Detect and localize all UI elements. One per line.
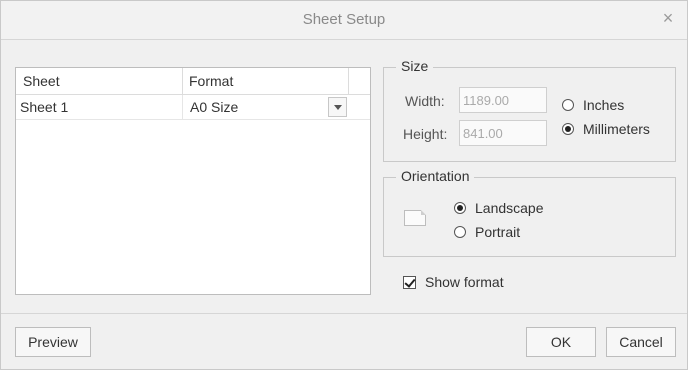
- height-field[interactable]: [459, 120, 547, 146]
- dialog-title: Sheet Setup: [302, 11, 386, 28]
- width-label: Width:: [405, 93, 445, 109]
- inches-option[interactable]: Inches: [562, 97, 624, 113]
- width-field[interactable]: [459, 87, 547, 113]
- sheet-name-cell[interactable]: Sheet 1: [20, 99, 68, 115]
- height-label: Height:: [403, 126, 448, 142]
- format-dropdown-button[interactable]: [328, 97, 347, 117]
- landscape-radio[interactable]: [454, 202, 466, 214]
- landscape-page-icon: [404, 210, 426, 226]
- table-header: Sheet Format: [16, 68, 370, 95]
- title-bar: Sheet Setup ×: [1, 1, 687, 40]
- orientation-group: Orientation Landscape Portrait: [383, 168, 676, 257]
- footer-divider: [1, 313, 687, 314]
- column-divider: [348, 68, 349, 94]
- millimeters-label: Millimeters: [583, 121, 650, 137]
- millimeters-radio[interactable]: [562, 123, 574, 135]
- size-legend: Size: [396, 58, 434, 74]
- size-group: Size Width: Height: Inches Millimeters: [383, 58, 676, 162]
- landscape-option[interactable]: Landscape: [454, 200, 544, 216]
- show-format-option[interactable]: Show format: [403, 274, 504, 290]
- cancel-button[interactable]: Cancel: [606, 327, 676, 357]
- table-row[interactable]: Sheet 1 A0 Size: [16, 95, 370, 120]
- millimeters-option[interactable]: Millimeters: [562, 121, 650, 137]
- column-header-format[interactable]: Format: [189, 73, 233, 89]
- column-header-sheet[interactable]: Sheet: [23, 73, 60, 89]
- format-cell[interactable]: A0 Size: [190, 99, 238, 115]
- show-format-label: Show format: [425, 274, 504, 290]
- landscape-label: Landscape: [475, 200, 544, 216]
- sheet-table: Sheet Format Sheet 1 A0 Size: [15, 67, 371, 295]
- portrait-label: Portrait: [475, 224, 521, 240]
- inches-label: Inches: [583, 97, 625, 113]
- orientation-legend: Orientation: [396, 168, 475, 184]
- portrait-radio[interactable]: [454, 226, 466, 238]
- cell-divider: [182, 95, 183, 119]
- inches-radio[interactable]: [562, 99, 574, 111]
- ok-button[interactable]: OK: [526, 327, 596, 357]
- preview-button[interactable]: Preview: [15, 327, 91, 357]
- portrait-option[interactable]: Portrait: [454, 224, 520, 240]
- sheet-setup-dialog: Sheet Setup × Sheet Format Sheet 1 A0 Si…: [0, 0, 688, 370]
- column-divider: [182, 68, 183, 94]
- show-format-checkbox[interactable]: [403, 275, 416, 289]
- close-icon[interactable]: ×: [659, 8, 677, 28]
